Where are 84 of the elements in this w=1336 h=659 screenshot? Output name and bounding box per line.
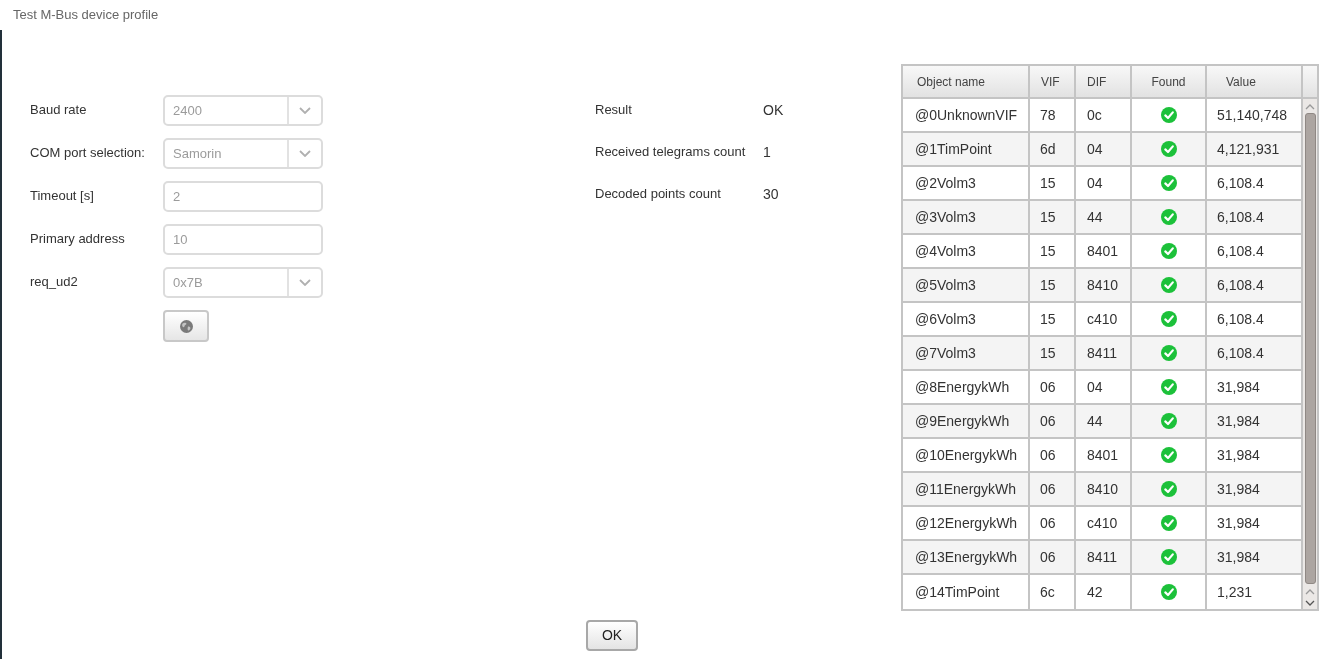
table-cell: 04 xyxy=(1076,133,1132,167)
table-cell: 6d xyxy=(1030,133,1076,167)
field-label: Baud rate xyxy=(30,101,88,118)
result-value: OK xyxy=(763,100,784,120)
table-cell: 15 xyxy=(1030,303,1076,337)
table-cell: c410 xyxy=(1076,507,1132,541)
result-label: Received telegrams count xyxy=(595,143,747,162)
table-cell: 6,108.4 xyxy=(1207,303,1303,337)
chevron-down-icon xyxy=(299,150,311,157)
result-value: 30 xyxy=(763,184,779,204)
field-label: Timeout [s] xyxy=(30,187,95,204)
globe-button[interactable] xyxy=(163,310,209,342)
table-cell: 31,984 xyxy=(1207,507,1303,541)
chevron-down-icon xyxy=(299,279,311,286)
table-cell: 15 xyxy=(1030,167,1076,201)
table-cell: 04 xyxy=(1076,371,1132,405)
scroll-down-icon xyxy=(1305,600,1315,606)
table-cell: @5Volm3 xyxy=(903,269,1030,303)
table-cell: 15 xyxy=(1030,235,1076,269)
table-cell: 31,984 xyxy=(1207,473,1303,507)
column-header[interactable]: VIF xyxy=(1030,66,1076,97)
table-cell: 8411 xyxy=(1076,541,1132,575)
scroll-up-icon xyxy=(1305,104,1315,110)
table-cell: 6,108.4 xyxy=(1207,269,1303,303)
table-cell: 6,108.4 xyxy=(1207,167,1303,201)
table-cell: 8410 xyxy=(1076,473,1132,507)
table-cell: 06 xyxy=(1030,405,1076,439)
table-cell: 31,984 xyxy=(1207,541,1303,575)
table-cell: 31,984 xyxy=(1207,371,1303,405)
table-cell: c410 xyxy=(1076,303,1132,337)
table-cell: 6,108.4 xyxy=(1207,201,1303,235)
scroll-up-icon xyxy=(1305,589,1315,595)
field-label: req_ud2 xyxy=(30,273,79,290)
table-cell: 44 xyxy=(1076,405,1132,439)
table-cell: @9EnergykWh xyxy=(903,405,1030,439)
table-cell: 0c xyxy=(1076,99,1132,133)
table-cell: @13EnergykWh xyxy=(903,541,1030,575)
table-cell: 15 xyxy=(1030,201,1076,235)
table-cell: @2Volm3 xyxy=(903,167,1030,201)
table-cell: 06 xyxy=(1030,507,1076,541)
field-label: Primary address xyxy=(30,230,126,247)
table-cell: 04 xyxy=(1076,167,1132,201)
table-cell: @3Volm3 xyxy=(903,201,1030,235)
column-header[interactable]: Object name xyxy=(903,66,1030,97)
table-cell: 06 xyxy=(1030,541,1076,575)
table-cell: 6,108.4 xyxy=(1207,337,1303,371)
table-cell: 8401 xyxy=(1076,439,1132,473)
table-cell: @10EnergykWh xyxy=(903,439,1030,473)
table-cell: 78 xyxy=(1030,99,1076,133)
scroll-thumb[interactable] xyxy=(1304,113,1316,584)
table-cell: 4,121,931 xyxy=(1207,133,1303,167)
table-cell: @4Volm3 xyxy=(903,235,1030,269)
column-header[interactable]: Value xyxy=(1207,66,1303,97)
globe-icon xyxy=(179,319,193,333)
column-header[interactable]: DIF xyxy=(1076,66,1132,97)
table-cell: 15 xyxy=(1030,337,1076,371)
table-cell: @6Volm3 xyxy=(903,303,1030,337)
result-value: 1 xyxy=(763,142,771,162)
field-label: COM port selection: xyxy=(30,144,146,161)
table-cell: @11EnergykWh xyxy=(903,473,1030,507)
table-cell: @1TimPoint xyxy=(903,133,1030,167)
window-title: Test M-Bus device profile xyxy=(12,6,159,24)
column-header[interactable]: Found xyxy=(1132,66,1207,97)
table-cell: 31,984 xyxy=(1207,439,1303,473)
table-cell: 06 xyxy=(1030,371,1076,405)
table-cell: 6,108.4 xyxy=(1207,235,1303,269)
table-cell: 8411 xyxy=(1076,337,1132,371)
chevron-down-icon xyxy=(299,107,311,114)
table-cell: @7Volm3 xyxy=(903,337,1030,371)
table-cell: 44 xyxy=(1076,201,1132,235)
table-cell: 8401 xyxy=(1076,235,1132,269)
table-cell: 31,984 xyxy=(1207,405,1303,439)
result-label: Result xyxy=(595,101,633,120)
table-cell: 8410 xyxy=(1076,269,1132,303)
table-cell: 06 xyxy=(1030,473,1076,507)
table-cell: 06 xyxy=(1030,439,1076,473)
ok-button[interactable]: OK xyxy=(586,620,638,651)
scrollbar[interactable] xyxy=(1303,99,1317,609)
table-cell: 51,140,748 xyxy=(1207,99,1303,133)
result-label: Decoded points count xyxy=(595,185,722,204)
table-cell: @12EnergykWh xyxy=(903,507,1030,541)
table-cell: @8EnergykWh xyxy=(903,371,1030,405)
table-cell: @0UnknownVIF xyxy=(903,99,1030,133)
table-cell: 15 xyxy=(1030,269,1076,303)
